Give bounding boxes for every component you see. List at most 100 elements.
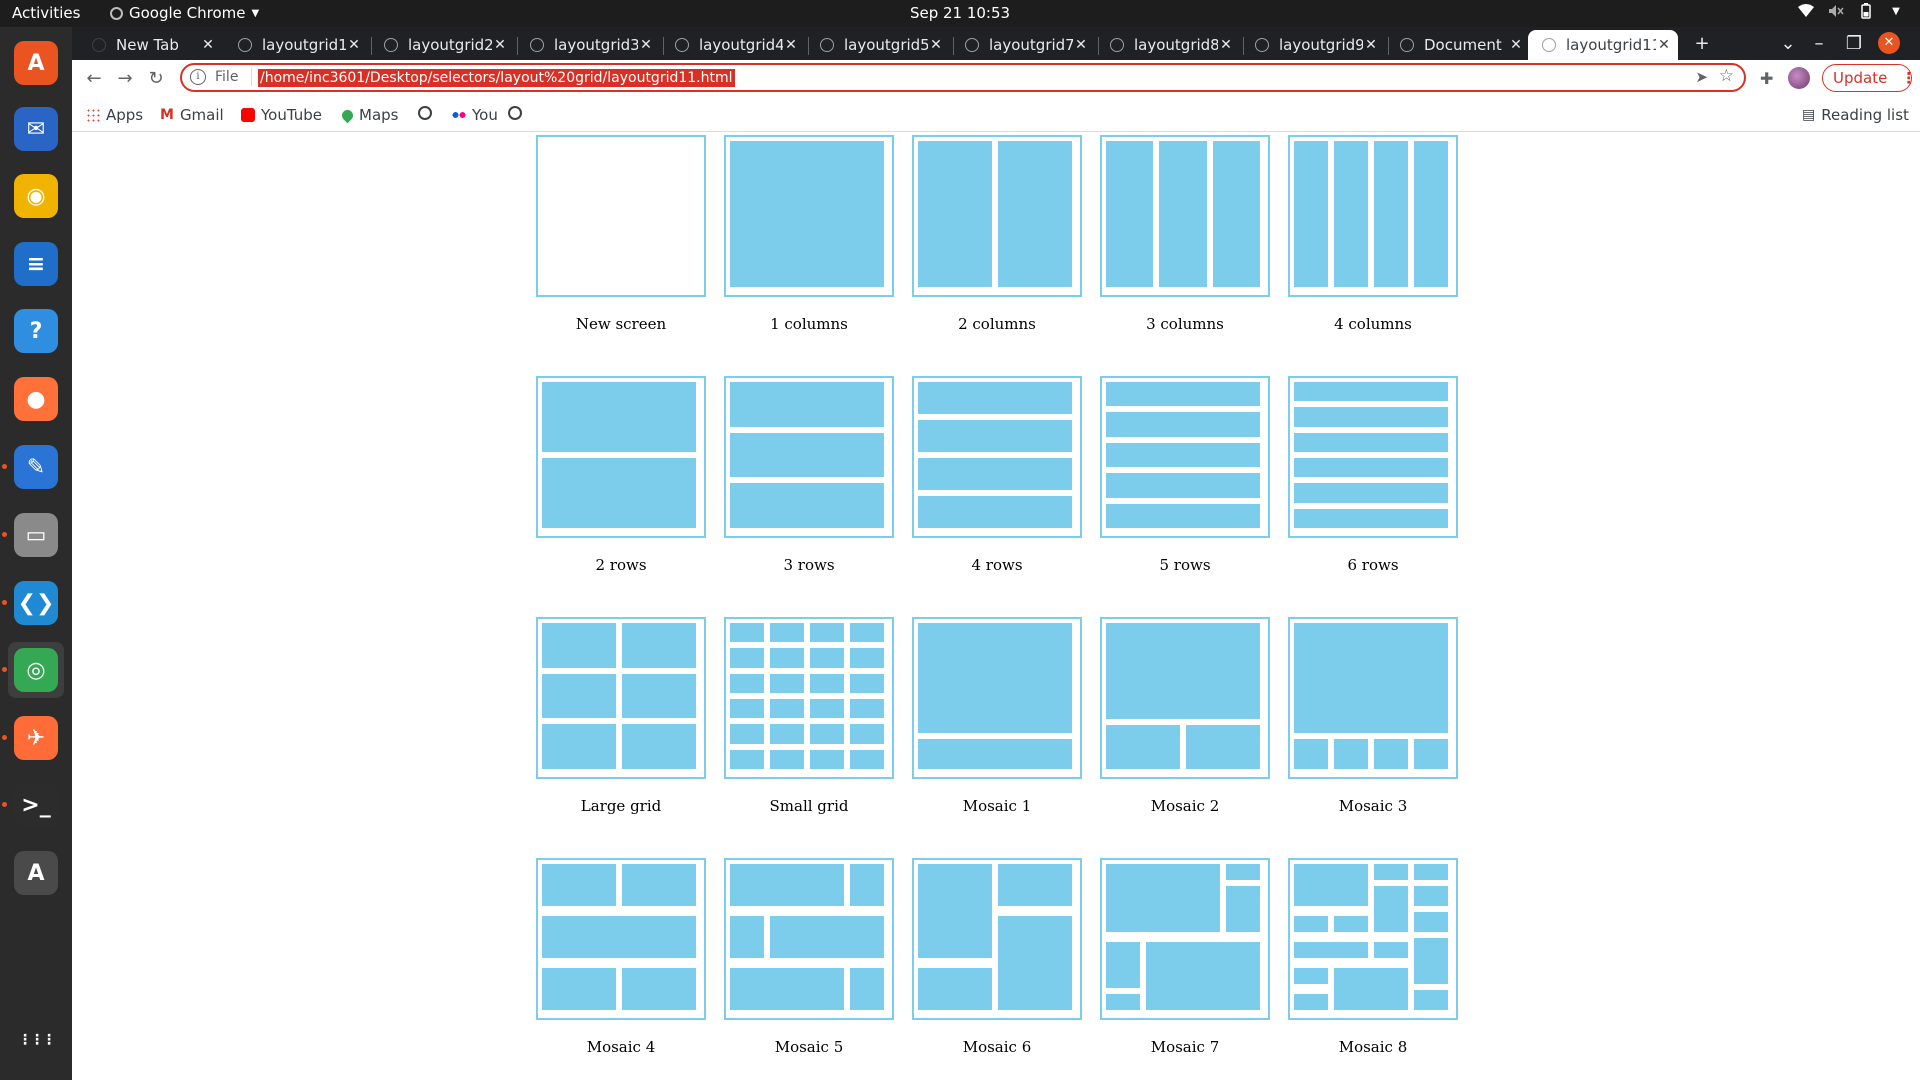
dock-item-files[interactable]: ▭ [2,507,64,563]
dock-item-thunderbird[interactable]: ✉ [8,101,64,157]
extensions-puzzle-icon[interactable]: ✚ [1760,69,1773,88]
dock-item-chrome[interactable]: ◎ [2,642,64,698]
reload-button[interactable]: ↻ [144,67,168,91]
layout-option-3-columns[interactable]: 3 columns [1100,135,1270,381]
dock-item-rhythmbox[interactable]: ◉ [8,168,64,224]
tab-close-icon[interactable]: ✕ [783,37,799,53]
bookmark-you[interactable]: You [452,106,498,124]
tab-5[interactable]: layoutgrid5 ✕ [812,30,950,60]
layout-option-mosaic-3[interactable]: Mosaic 3 [1288,617,1458,863]
layout-thumbnail[interactable] [1100,135,1270,297]
tab-9[interactable]: Document ✕ [1392,30,1530,60]
layout-option-new-screen[interactable]: New screen [536,135,706,381]
dock-item-postman[interactable]: ✈ [2,710,64,766]
tab-3[interactable]: layoutgrid3 ✕ [522,30,660,60]
layout-option-mosaic-7[interactable]: Mosaic 7 [1100,858,1270,1080]
tab-close-icon[interactable]: ✕ [928,37,944,53]
clock[interactable]: Sep 21 10:53 [0,4,1920,22]
layout-thumbnail[interactable] [536,376,706,538]
dock-item-help[interactable]: ? [8,303,64,359]
layout-option-mosaic-2[interactable]: Mosaic 2 [1100,617,1270,863]
tab-6[interactable]: layoutgrid7 ✕ [957,30,1095,60]
layout-thumbnail[interactable] [536,135,706,297]
layout-option-mosaic-4[interactable]: Mosaic 4 [536,858,706,1080]
dock-item-firefox[interactable]: ● [8,371,64,427]
layout-thumbnail[interactable] [1288,858,1458,1020]
dock-item-ubuntu-software[interactable]: A [8,35,64,91]
bookmark-apps[interactable]: Apps [86,106,143,124]
tab-close-icon[interactable]: ✕ [492,37,508,53]
tab-4[interactable]: layoutgrid4 ✕ [667,30,805,60]
layout-option-2-columns[interactable]: 2 columns [912,135,1082,381]
back-button[interactable]: ← [82,67,106,91]
dock-item-writer[interactable]: ≡ [8,236,64,292]
forward-button[interactable]: → [113,67,137,91]
layout-thumbnail[interactable] [1288,135,1458,297]
tab-search-chevron-icon[interactable]: ⌄ [1776,33,1800,54]
dock-item-text-editor[interactable]: ✎ [2,439,64,495]
layout-thumbnail[interactable] [724,135,894,297]
layout-option-small-grid[interactable]: Small grid [724,617,894,863]
tab-close-icon[interactable]: ✕ [638,37,654,53]
dock-item-software-updater[interactable]: A [8,845,64,901]
layout-option-6-rows[interactable]: 6 rows [1288,376,1458,622]
layout-option-1-columns[interactable]: 1 columns [724,135,894,381]
bookmark-site-6[interactable] [508,106,522,120]
restore-window-button[interactable]: ❐ [1842,33,1866,54]
bookmark-star-icon[interactable]: ☆ [1719,66,1734,86]
layout-thumbnail[interactable] [536,858,706,1020]
layout-thumbnail[interactable] [912,858,1082,1020]
layout-thumbnail[interactable] [1288,376,1458,538]
minimize-window-button[interactable]: – [1807,33,1831,54]
tab-close-icon[interactable]: ✕ [1656,37,1672,53]
layout-thumbnail[interactable] [724,376,894,538]
tab-10[interactable]: layoutgrid11 ✕ [1528,30,1678,60]
tab-close-icon[interactable]: ✕ [346,37,362,53]
reading-list-button[interactable]: ▤ Reading list [1802,106,1909,124]
site-info-icon[interactable]: i [190,69,206,85]
layout-option-mosaic-5[interactable]: Mosaic 5 [724,858,894,1080]
tab-1[interactable]: layoutgrid1 ✕ [230,30,368,60]
layout-thumbnail[interactable] [1288,617,1458,779]
url-text[interactable]: /home/inc3601/Desktop/selectors/layout%2… [258,69,735,87]
layout-thumbnail[interactable] [1100,617,1270,779]
profile-avatar[interactable] [1788,67,1810,89]
layout-option-4-columns[interactable]: 4 columns [1288,135,1458,381]
bookmark-maps[interactable]: Maps [339,106,398,124]
bookmark-site-4[interactable] [418,106,432,120]
close-window-button[interactable]: ✕ [1878,32,1900,54]
dock-item-show-apps[interactable]: ⋮⋮⋮ [8,1012,64,1068]
new-tab-button[interactable]: + [1690,33,1714,54]
layout-option-4-rows[interactable]: 4 rows [912,376,1082,622]
layout-thumbnail[interactable] [724,858,894,1020]
bookmark-gmail[interactable]: M Gmail [160,106,224,124]
tab-close-icon[interactable]: ✕ [1508,37,1524,53]
layout-option-5-rows[interactable]: 5 rows [1100,376,1270,622]
layout-thumbnail[interactable] [724,617,894,779]
tab-close-icon[interactable]: ✕ [200,37,216,53]
layout-thumbnail[interactable] [912,376,1082,538]
layout-thumbnail[interactable] [1100,858,1270,1020]
layout-thumbnail[interactable] [912,135,1082,297]
system-tray[interactable]: ▼ [1798,3,1904,19]
layout-thumbnail[interactable] [912,617,1082,779]
tab-close-icon[interactable]: ✕ [1218,37,1234,53]
layout-option-large-grid[interactable]: Large grid [536,617,706,863]
dock-item-terminal[interactable]: >_ [2,777,64,833]
address-bar[interactable]: i File /home/inc3601/Desktop/selectors/l… [180,63,1746,92]
layout-option-2-rows[interactable]: 2 rows [536,376,706,622]
layout-option-mosaic-8[interactable]: Mosaic 8 [1288,858,1458,1080]
layout-option-mosaic-6[interactable]: Mosaic 6 [912,858,1082,1080]
tab-8[interactable]: layoutgrid9 ✕ [1247,30,1385,60]
bookmark-youtube[interactable]: YouTube [241,106,322,124]
layout-thumbnail[interactable] [536,617,706,779]
update-button[interactable]: Update ⋮ [1822,64,1916,92]
tab-2[interactable]: layoutgrid2 ✕ [376,30,514,60]
dock-item-vscode[interactable]: ❮❯ [2,575,64,631]
tab-7[interactable]: layoutgrid8 ✕ [1102,30,1240,60]
send-to-devices-icon[interactable]: ➤ [1695,68,1708,86]
tab-close-icon[interactable]: ✕ [1073,37,1089,53]
layout-option-mosaic-1[interactable]: Mosaic 1 [912,617,1082,863]
layout-option-3-rows[interactable]: 3 rows [724,376,894,622]
tab-close-icon[interactable]: ✕ [1363,37,1379,53]
